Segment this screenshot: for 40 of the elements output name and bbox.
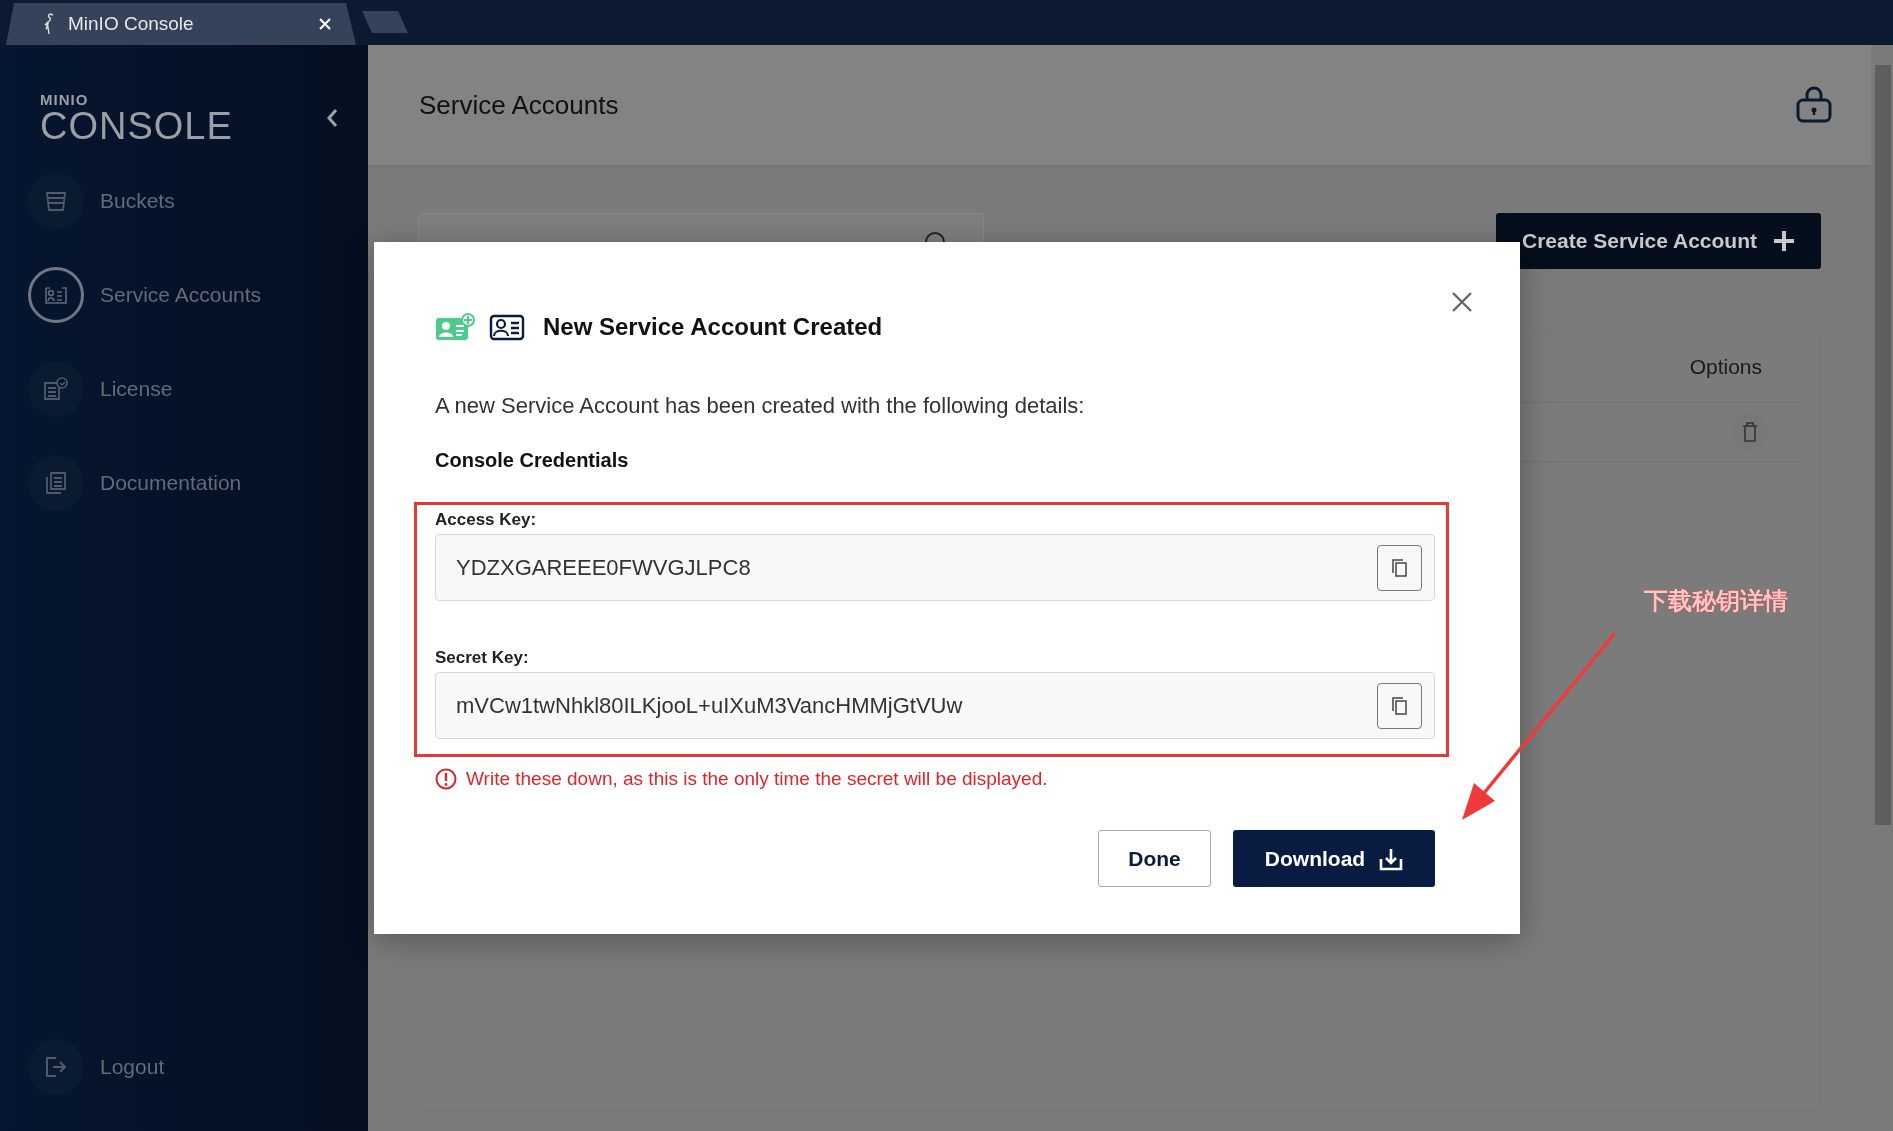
warning-text: Write these down, as this is the only time the secret will be displayed. (466, 767, 1048, 791)
plus-icon (1773, 230, 1795, 252)
copy-button[interactable] (1377, 682, 1422, 729)
copy-button[interactable] (1377, 544, 1422, 591)
dialog-title: New Service Account Created (543, 313, 883, 341)
section-heading: Console Credentials (435, 448, 630, 473)
copy-icon (1391, 696, 1408, 715)
field-label: Secret Key: (435, 647, 530, 669)
key-field[interactable]: YDZXGAREEE0FWVGJLPC8 (435, 534, 1435, 601)
id-card-plus-icon (435, 313, 475, 341)
license-icon (43, 377, 69, 401)
id-card-icon (489, 313, 525, 341)
id-card-icon (44, 284, 68, 306)
annotation-text: 下载秘钥详情 (1644, 586, 1788, 617)
dialog-description: A new Service Account has been created with the following details: (435, 392, 1086, 420)
lock-icon[interactable] (1795, 86, 1833, 124)
logo-top-text: MINIO (40, 91, 90, 107)
document-icon (44, 471, 68, 495)
search-icon (925, 231, 945, 242)
column-header: Options (1689, 355, 1762, 379)
download-button[interactable]: Download (1233, 830, 1435, 887)
sidebar-item[interactable]: Service Accounts (28, 267, 368, 323)
warning-icon (435, 768, 457, 790)
download-icon (1379, 846, 1404, 871)
page-title: Service Accounts (419, 89, 619, 121)
field-label: Access Key: (435, 509, 538, 531)
trash-icon (1742, 422, 1758, 442)
done-button[interactable]: Done (1098, 830, 1211, 887)
key-field[interactable]: mVCw1twNhkl80ILKjooL+uIXuM3VancHMMjGtVUw (435, 672, 1435, 739)
close-icon[interactable] (1451, 291, 1473, 313)
copy-icon (1391, 558, 1408, 577)
logout-icon (44, 1055, 68, 1079)
logo-text: CONSOLE (40, 106, 233, 145)
chevron-left-icon[interactable] (326, 108, 338, 128)
browser-tab-title: MinIO Console (68, 13, 195, 35)
bird-icon (42, 13, 56, 35)
create-service-account-button[interactable]: Create Service Account (1496, 213, 1821, 269)
browser-tab[interactable]: MinIO Console (6, 3, 356, 45)
scrollbar-thumb[interactable] (1875, 65, 1891, 825)
bucket-icon (44, 189, 68, 213)
